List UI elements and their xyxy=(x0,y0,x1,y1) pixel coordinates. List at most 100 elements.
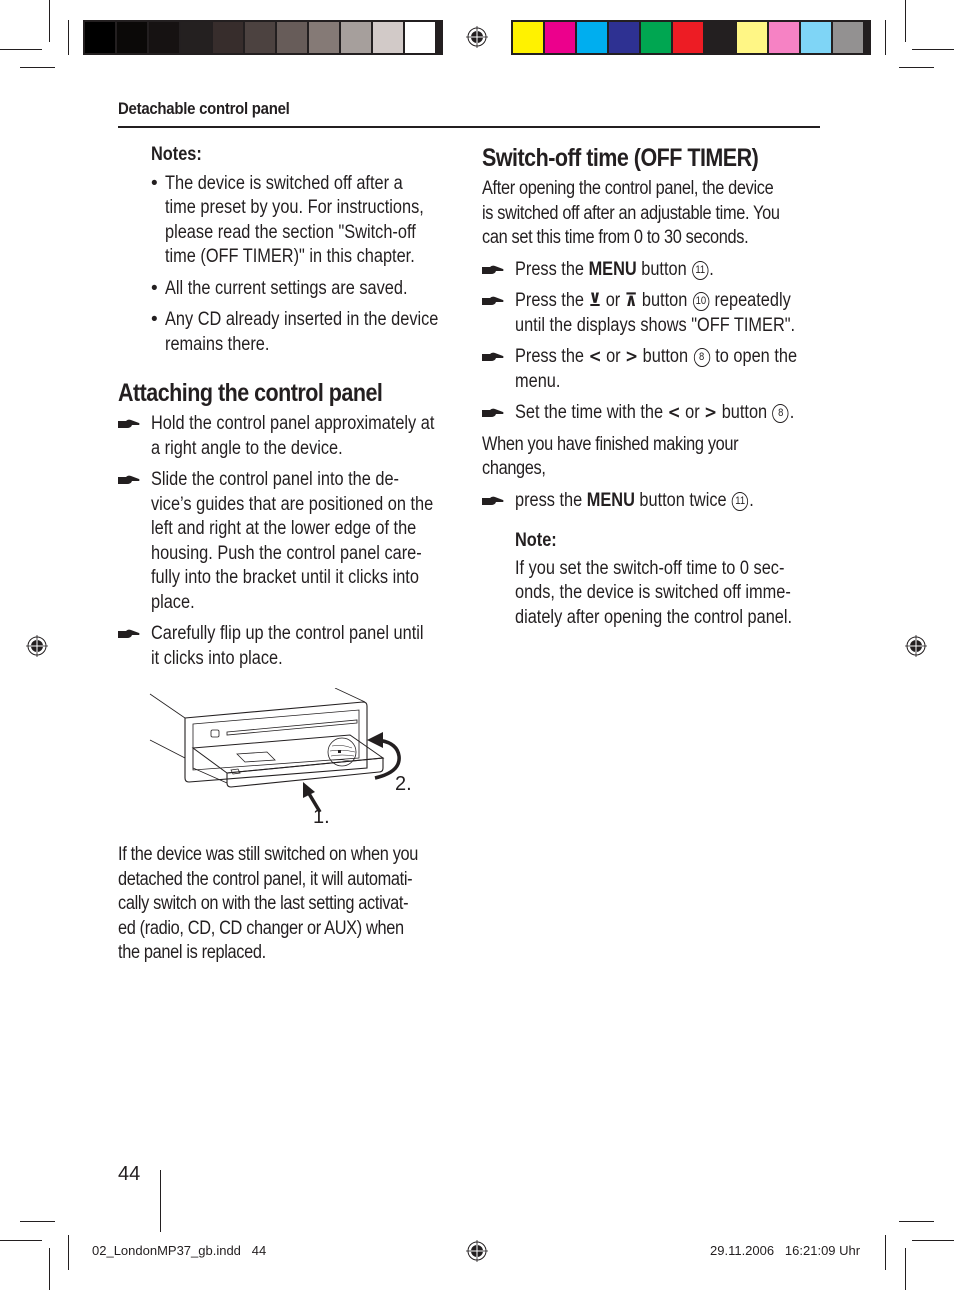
registration-mark-icon xyxy=(466,1240,488,1262)
text-line: After opening the control panel, the dev… xyxy=(482,178,774,199)
button-ref-11: 11 xyxy=(692,260,709,280)
pointing-hand-icon xyxy=(118,629,140,638)
notes-list: • The device is switched off after a time … xyxy=(151,172,456,358)
text-line: left and right at the lower edge of the xyxy=(151,518,417,539)
color-swatch xyxy=(801,22,831,53)
header-rule xyxy=(118,126,820,128)
text-line: ed (radio, CD, CD changer or AUX) when xyxy=(118,917,404,939)
text-line: time preset by you. For instructions, xyxy=(165,197,424,218)
rotate-arrow-icon xyxy=(367,732,401,780)
color-swatch xyxy=(277,22,307,53)
crop-mark xyxy=(49,0,50,42)
left-arrow-icon: < xyxy=(667,402,681,423)
color-swatch xyxy=(341,22,371,53)
reconnect-paragraph: If the device was still switched on when… xyxy=(118,843,456,966)
bullet-icon: • xyxy=(151,309,158,330)
text-line: please read the section "Switch-off xyxy=(165,221,416,243)
bullet-icon: • xyxy=(151,172,158,194)
pointing-hand-icon xyxy=(118,419,140,428)
up-arrow-icon: ⊼ xyxy=(624,290,638,311)
text-line: vice’s guides that are positioned on the xyxy=(151,493,434,515)
attach-step: Hold the control panel approximately at a… xyxy=(118,412,456,461)
text-line: Any CD already inserted in the device xyxy=(165,309,439,330)
text-line: remains there. xyxy=(165,333,270,355)
text-line: can set this time from 0 to 30 seconds. xyxy=(482,227,749,248)
color-swatch xyxy=(641,22,671,53)
text-line: Carefully flip up the control panel unti… xyxy=(151,623,424,644)
crop-mark xyxy=(905,1248,906,1290)
button-ref-11: 11 xyxy=(732,491,749,511)
button-ref-8: 8 xyxy=(693,348,710,367)
pointing-hand-icon xyxy=(118,475,140,484)
color-swatch xyxy=(405,22,435,53)
crop-mark xyxy=(912,1240,954,1241)
color-swatch xyxy=(309,22,339,53)
process-color-bar xyxy=(511,20,871,55)
text-line: Slide the control panel into the de- xyxy=(151,469,399,490)
when-finished-text: When you have finished making your change… xyxy=(482,433,820,482)
note-item: • The device is switched off after a time … xyxy=(151,172,456,270)
registration-mark-icon xyxy=(466,26,488,48)
text-line: it clicks into place. xyxy=(151,647,283,669)
registration-mark-icon xyxy=(26,635,48,657)
crop-mark xyxy=(905,0,906,42)
color-swatch xyxy=(737,22,767,53)
right-arrow-icon: > xyxy=(704,402,718,423)
note-item: • All the current settings are saved. xyxy=(151,277,456,302)
note-text: If you set the switch-off time to 0 sec-… xyxy=(515,557,820,631)
text-line: the panel is replaced. xyxy=(118,942,266,963)
text-line: Hold the control panel approximately at xyxy=(151,413,435,434)
left-arrow-icon: < xyxy=(588,346,602,367)
color-swatch xyxy=(245,22,275,53)
notes-block: Notes: • The device is switched off after… xyxy=(118,143,456,357)
button-ref-8: 8 xyxy=(772,404,789,423)
left-column: Notes: • The device is switched off after… xyxy=(118,143,456,671)
text-line: onds, the device is switched off imme- xyxy=(515,582,791,603)
text-line: If you set the switch-off time to 0 sec- xyxy=(515,557,785,579)
menu-button-label: MENU xyxy=(588,258,637,280)
pointing-hand-icon xyxy=(482,496,504,505)
color-swatch xyxy=(833,22,863,53)
step-set-time: Set the time with the < or > button 8. xyxy=(482,401,820,426)
crop-mark xyxy=(899,1221,934,1222)
crop-mark xyxy=(68,1235,69,1270)
crop-mark xyxy=(20,1221,55,1222)
running-head: Detachable control panel xyxy=(118,99,290,118)
note-item: • Any CD already inserted in the device re… xyxy=(151,308,456,357)
text-line: housing. Push the control panel care- xyxy=(151,542,422,564)
text-line: place. xyxy=(151,591,195,613)
crop-mark xyxy=(20,67,55,68)
button-ref-10: 10 xyxy=(692,292,710,311)
pointing-hand-icon xyxy=(482,265,504,274)
crop-mark xyxy=(885,1235,886,1270)
page-edge-mark xyxy=(160,1170,161,1232)
attach-step: Carefully flip up the control panel unti… xyxy=(118,622,456,671)
crop-mark xyxy=(899,67,934,68)
color-swatch xyxy=(673,22,703,53)
color-swatch xyxy=(577,22,607,53)
text-line: If the device was still switched on when… xyxy=(118,844,419,865)
color-swatch xyxy=(545,22,575,53)
registration-mark-icon xyxy=(905,635,927,657)
color-swatch xyxy=(705,22,735,53)
color-swatch xyxy=(149,22,179,53)
menu-button-label: MENU xyxy=(586,489,635,511)
print-timestamp: 29.11.2006 16:21:09 Uhr xyxy=(710,1243,861,1258)
pointing-hand-icon xyxy=(482,296,504,305)
color-swatch xyxy=(117,22,147,53)
right-arrow-icon: > xyxy=(625,346,639,367)
grayscale-color-bar xyxy=(83,20,443,55)
step-press-up-down: Press the ⊻ or ⊼ button 10 repeatedly un… xyxy=(482,289,820,338)
off-timer-intro: After opening the control panel, the dev… xyxy=(482,177,820,251)
color-swatch xyxy=(513,22,543,53)
text-line: When you have finished making your xyxy=(482,433,739,455)
step-press-menu: Press the MENU button 11. xyxy=(482,258,820,283)
note-block: Note: If you set the switch-off time to … xyxy=(482,529,820,630)
figure-label-2: 2. xyxy=(395,773,412,795)
right-column: Switch-off time (OFF TIMER) After openin… xyxy=(482,143,820,630)
text-line: cally switch on with the last setting ac… xyxy=(118,893,409,914)
control-panel-attach-diagram: 2. 1. xyxy=(149,688,412,828)
color-swatch xyxy=(213,22,243,53)
pointing-hand-icon xyxy=(482,352,504,361)
file-slug: 02_LondonMP37_gb.indd 44 xyxy=(92,1243,267,1258)
